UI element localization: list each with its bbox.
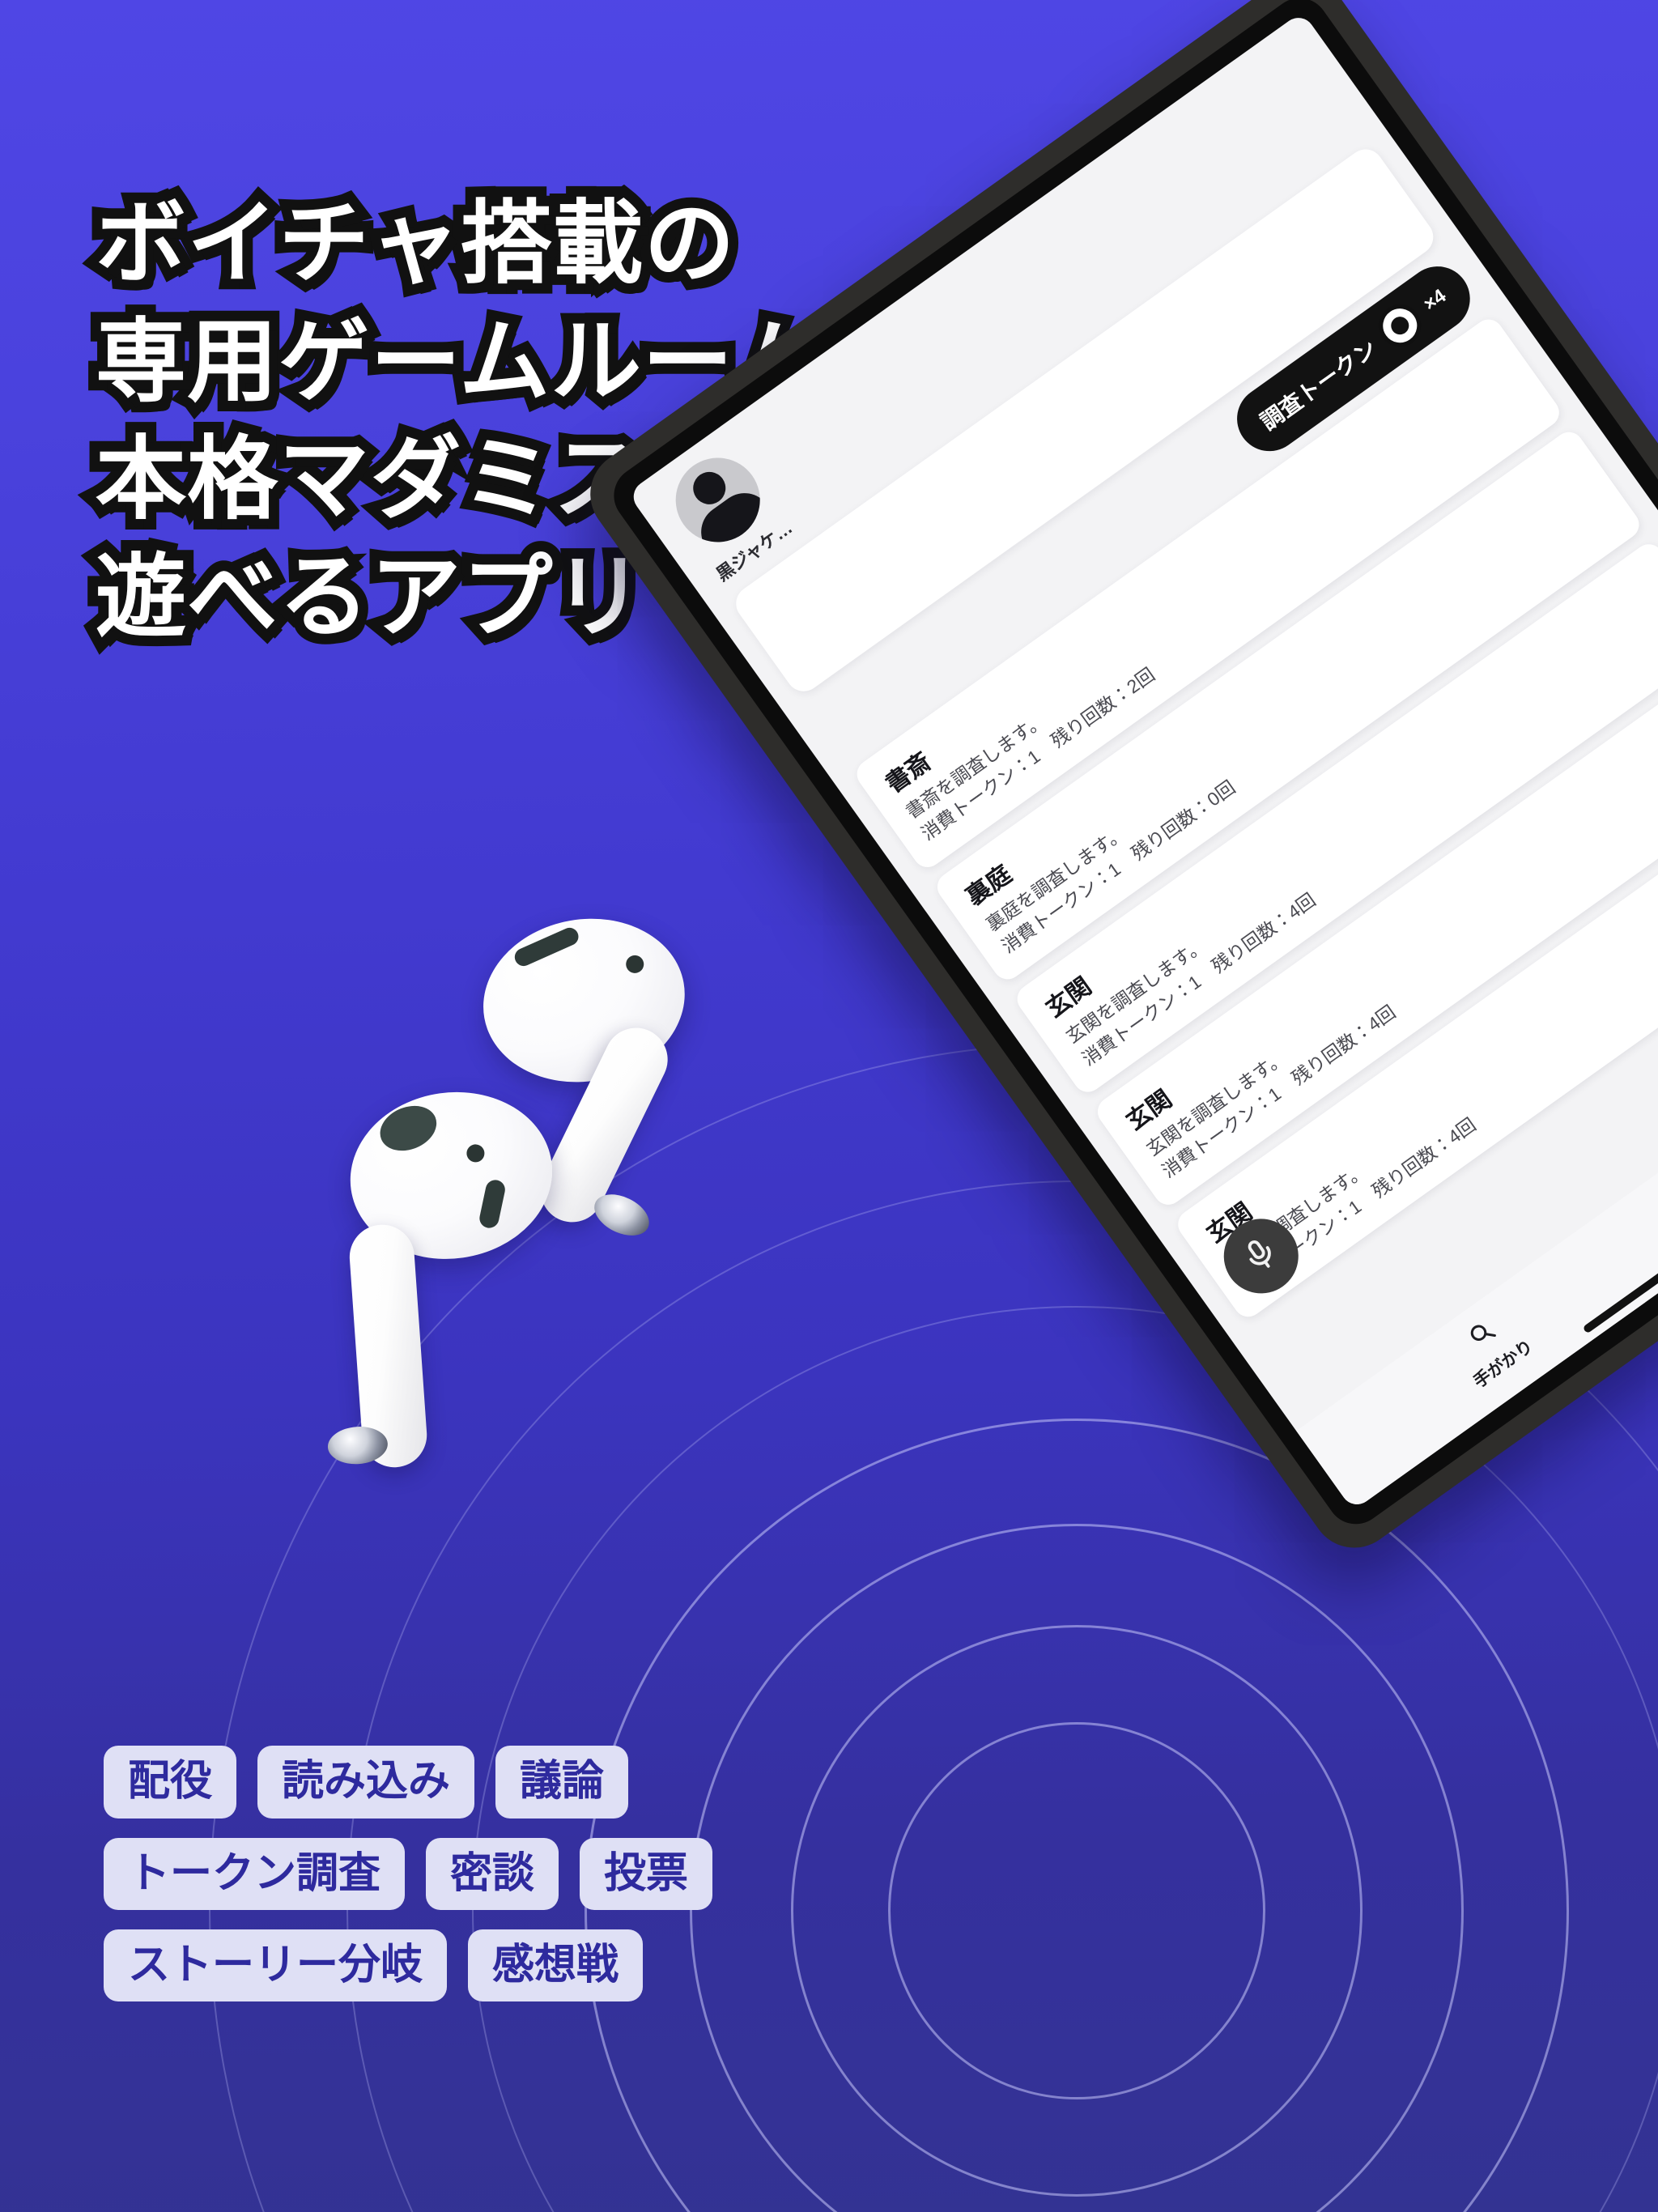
chip-secret-talk[interactable]: 密談	[426, 1837, 559, 1910]
nav-item-clues[interactable]: 手がかり	[1446, 1303, 1537, 1393]
microphone-icon	[1234, 1228, 1288, 1283]
chip-row-2: トークン調査 密談 投票	[104, 1837, 929, 1910]
token-count: ×4	[1419, 284, 1451, 316]
chip-vote[interactable]: 投票	[580, 1837, 713, 1910]
token-coin-icon	[1370, 296, 1430, 355]
wireless-earbuds-image	[308, 903, 826, 1603]
chip-row-3: ストーリー分岐 感想戦	[104, 1929, 929, 2001]
headline-line-1: ボイチャ搭載の	[85, 182, 746, 304]
chip-review-match[interactable]: 感想戦	[468, 1929, 644, 2001]
chip-token-investigation[interactable]: トークン調査	[104, 1837, 406, 1910]
promo-stage: ボイチャ搭載の 専用ゲームルームで 本格マダミスが 遊べるアプリ 黒ジャケ… 調…	[0, 0, 1658, 2212]
chip-row-1: 配役 読み込み 議論	[104, 1746, 929, 1819]
chip-discussion[interactable]: 議論	[495, 1746, 629, 1819]
chip-casting[interactable]: 配役	[104, 1746, 237, 1819]
feature-chip-group: 配役 読み込み 議論 トークン調査 密談 投票 ストーリー分岐 感想戦	[104, 1746, 929, 2021]
chip-story-branch[interactable]: ストーリー分岐	[104, 1929, 448, 2001]
earbud-left	[292, 1078, 614, 1556]
chip-reading[interactable]: 読み込み	[257, 1746, 475, 1819]
